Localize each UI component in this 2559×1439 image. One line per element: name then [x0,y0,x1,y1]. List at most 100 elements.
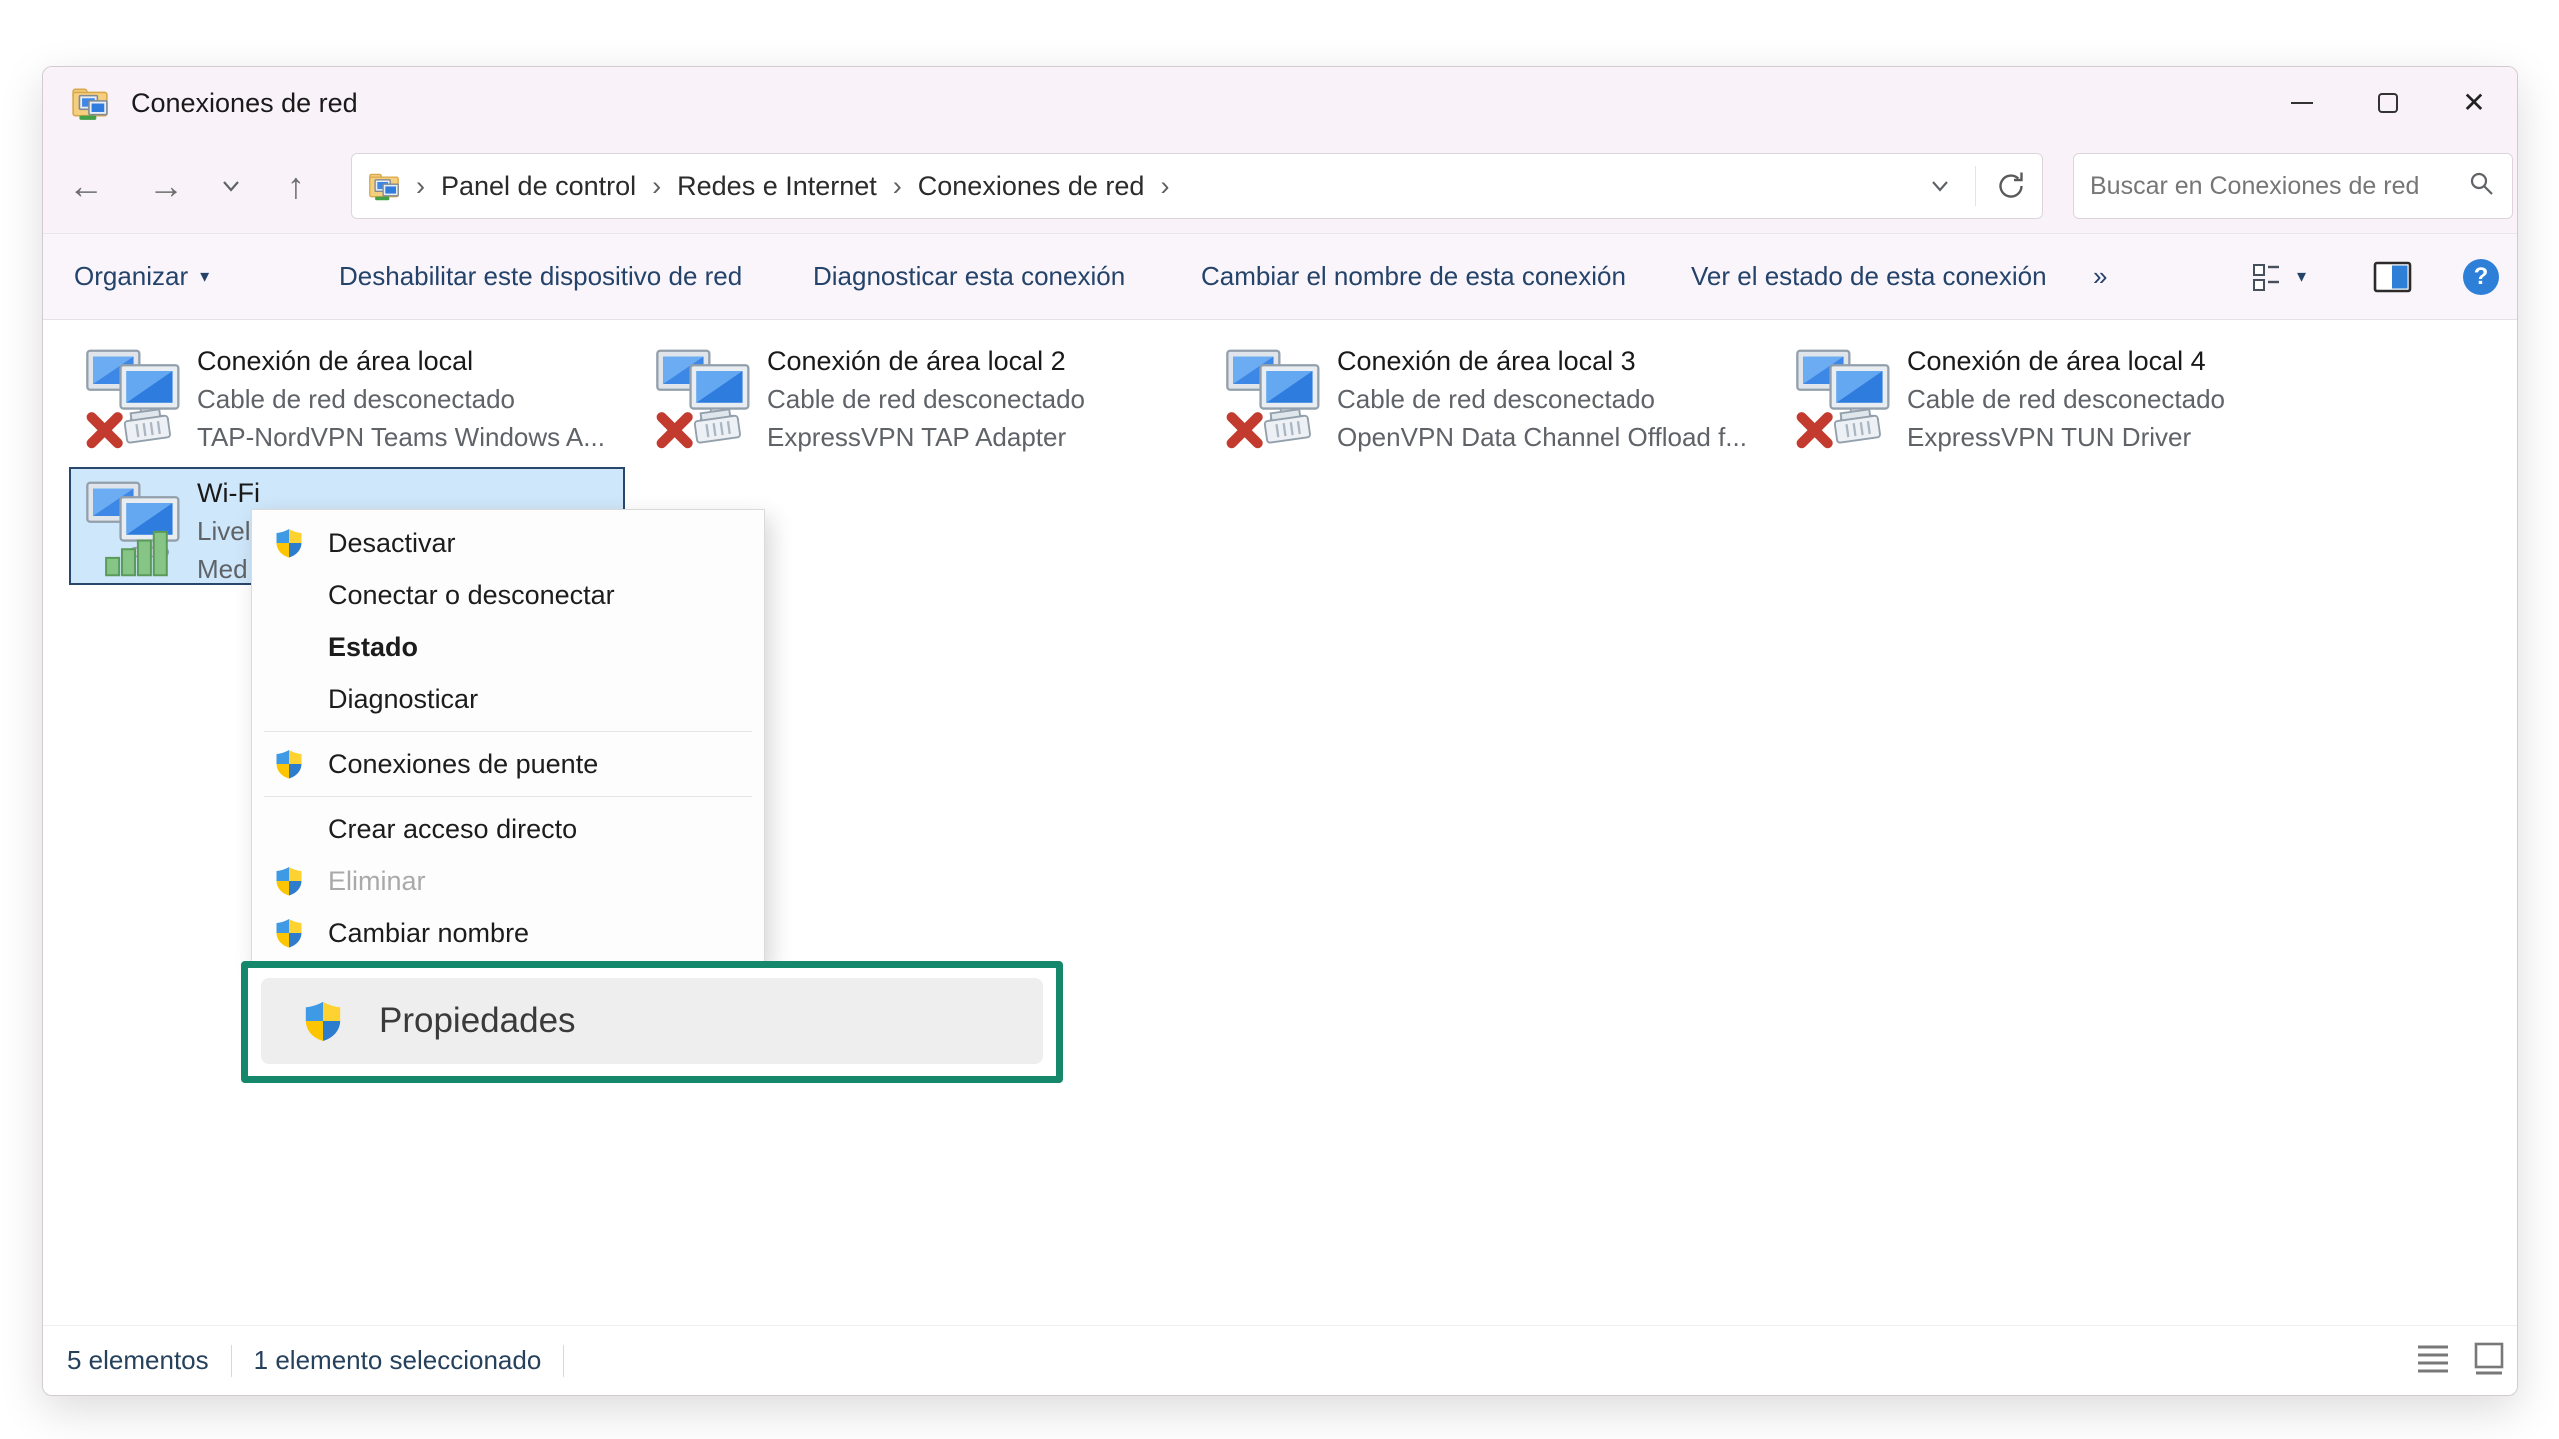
minimize-button[interactable] [2259,67,2345,139]
breadcrumb-segment[interactable]: Panel de control [441,171,636,202]
search-input[interactable] [2090,172,2468,201]
uac-shield-icon [273,865,305,897]
menu-item-label: Conexiones de puente [328,749,598,780]
toolbar-item-organizar[interactable]: Organizar▾ [74,234,209,319]
toolbar-item-deshabilitar[interactable]: Deshabilitar este dispositivo de red [339,234,742,319]
status-bar: 5 elementos 1 elemento seleccionado [43,1325,2517,1395]
rj45-plug-icon [123,408,170,443]
forward-button[interactable]: → [137,139,195,233]
breadcrumb-chevron-icon[interactable]: › [1160,171,1169,202]
caret-down-icon: ▾ [2297,266,2306,287]
uac-shield-icon [270,527,308,559]
details-view-icon [2251,260,2285,294]
title-bar: Conexiones de red ✕ [43,67,2517,139]
chevron-down-icon [1930,179,1950,193]
lan-disconnected-icon [1793,345,1897,449]
connection-tile-conexi-n-de-rea-local-3[interactable]: Conexión de área local 3Cable de red des… [1209,335,1765,455]
connection-device: ExpressVPN TAP Adapter [767,418,1085,456]
connection-name: Conexión de área local 3 [1337,342,1747,380]
connection-name: Conexión de área local 4 [1907,342,2225,380]
up-icon: ↑ [287,165,305,207]
toolbar-item-ver[interactable]: Ver el estado de esta conexión [1691,234,2047,319]
recent-locations-button[interactable] [211,139,251,233]
red-x-icon [1232,417,1258,443]
context-menu-item-conectar-o-desconectar[interactable]: Conectar o desconectar [252,569,764,621]
up-button[interactable]: ↑ [267,139,325,233]
toolbar-item-diagnosticar[interactable]: Diagnosticar esta conexión [813,234,1125,319]
connection-tile-conexi-n-de-rea-local-4[interactable]: Conexión de área local 4Cable de red des… [1779,335,2335,455]
connection-status: Cable de red desconectado [197,380,605,418]
uac-shield-icon [273,917,305,949]
address-bar[interactable]: › Panel de control › Redes e Internet › Conex… [351,153,2043,219]
rj45-plug-icon [1263,408,1310,443]
search-icon [2468,170,2496,203]
close-button[interactable]: ✕ [2431,67,2517,139]
lan-disconnected-icon [83,345,187,449]
connection-name: Conexión de área local 2 [767,342,1085,380]
address-dropdown-button[interactable] [1909,154,1971,218]
annotation-highlight-box: Propiedades [241,961,1063,1083]
context-menu-item-crear-acceso-directo[interactable]: Crear acceso directo [252,803,764,855]
breadcrumb-chevron-icon: › [652,171,661,202]
overflow-chevron-icon: » [2093,261,2107,292]
status-divider [231,1345,232,1377]
red-x-icon [92,417,118,443]
menu-item-label: Desactivar [328,528,456,559]
large-icons-toggle[interactable] [2471,1342,2507,1381]
refresh-button[interactable] [1980,154,2042,218]
rj45-plug-icon [1833,408,1880,443]
back-icon: ← [68,165,104,207]
menu-item-label: Cambiar nombre [328,918,529,949]
selection-count: 1 elemento seleccionado [254,1345,542,1376]
context-menu-item-estado[interactable]: Estado [252,621,764,673]
context-menu-item-cambiar-nombre[interactable]: Cambiar nombre [252,907,764,959]
back-button[interactable]: ← [57,139,115,233]
connection-device: OpenVPN Data Channel Offload f... [1337,418,1747,456]
context-menu-item-desactivar[interactable]: Desactivar [252,517,764,569]
connection-device: TAP-NordVPN Teams Windows A... [197,418,605,456]
maximize-button[interactable] [2345,67,2431,139]
menu-separator [264,796,752,797]
context-menu-item-diagnosticar[interactable]: Diagnosticar [252,673,764,725]
preview-pane-button[interactable] [2373,234,2413,319]
help-icon: ? [2474,263,2489,291]
toolbar-overflow-chevron[interactable]: » [2093,234,2107,319]
connection-tile-conexi-n-de-rea-local[interactable]: Conexión de área localCable de red desco… [69,335,625,455]
search-box[interactable] [2073,153,2513,219]
toolbar-item-label: Deshabilitar este dispositivo de red [339,261,742,292]
view-dropdown-caret[interactable]: ▾ [2297,234,2306,319]
network-connections-window: Conexiones de red ✕ ← → ↑ [42,66,2518,1396]
breadcrumb: › Panel de control › Redes e Internet › Conex… [400,171,1185,202]
connection-status: Cable de red desconectado [767,380,1085,418]
uac-shield-icon [301,999,345,1043]
large-icons-icon [2471,1342,2507,1376]
preview-pane-icon [2373,261,2413,293]
help-button[interactable]: ? [2463,234,2499,319]
list-view-icon [2415,1342,2451,1376]
list-view-toggle[interactable] [2415,1342,2451,1381]
navigation-bar: ← → ↑ ›Panel de co [43,139,2517,233]
context-menu-item-eliminar: Eliminar [252,855,764,907]
breadcrumb-chevron-icon: › [416,171,425,202]
context-menu-item-conexiones-de-puente[interactable]: Conexiones de puente [252,738,764,790]
menu-item-label: Eliminar [328,866,426,897]
connections-list: Conexión de área localCable de red desco… [43,321,2517,1325]
menu-item-label: Propiedades [379,1001,576,1041]
menu-separator [264,731,752,732]
red-x-icon [1802,417,1828,443]
connection-device: ExpressVPN TUN Driver [1907,418,2225,456]
toolbar-item-label: Organizar [74,261,188,292]
breadcrumb-segment[interactable]: Redes e Internet [677,171,877,202]
command-toolbar: » ▾ ? Organizar [43,233,2517,320]
toolbar-item-cambiar[interactable]: Cambiar el nombre de esta conexión [1201,234,1626,319]
wifi-connection-icon [83,477,187,581]
connection-tile-conexi-n-de-rea-local-2[interactable]: Conexión de área local 2Cable de red des… [639,335,1195,455]
context-menu-item-propiedades[interactable]: Propiedades [261,978,1043,1064]
window-title: Conexiones de red [131,88,358,119]
uac-shield-icon [270,917,308,949]
details-view-button[interactable] [2251,234,2285,319]
screenshot-canvas: Conexiones de red ✕ ← → ↑ [0,0,2559,1439]
breadcrumb-segment[interactable]: Conexiones de red [918,171,1145,202]
address-bar-divider [1975,166,1976,206]
lan-disconnected-icon [653,345,757,449]
